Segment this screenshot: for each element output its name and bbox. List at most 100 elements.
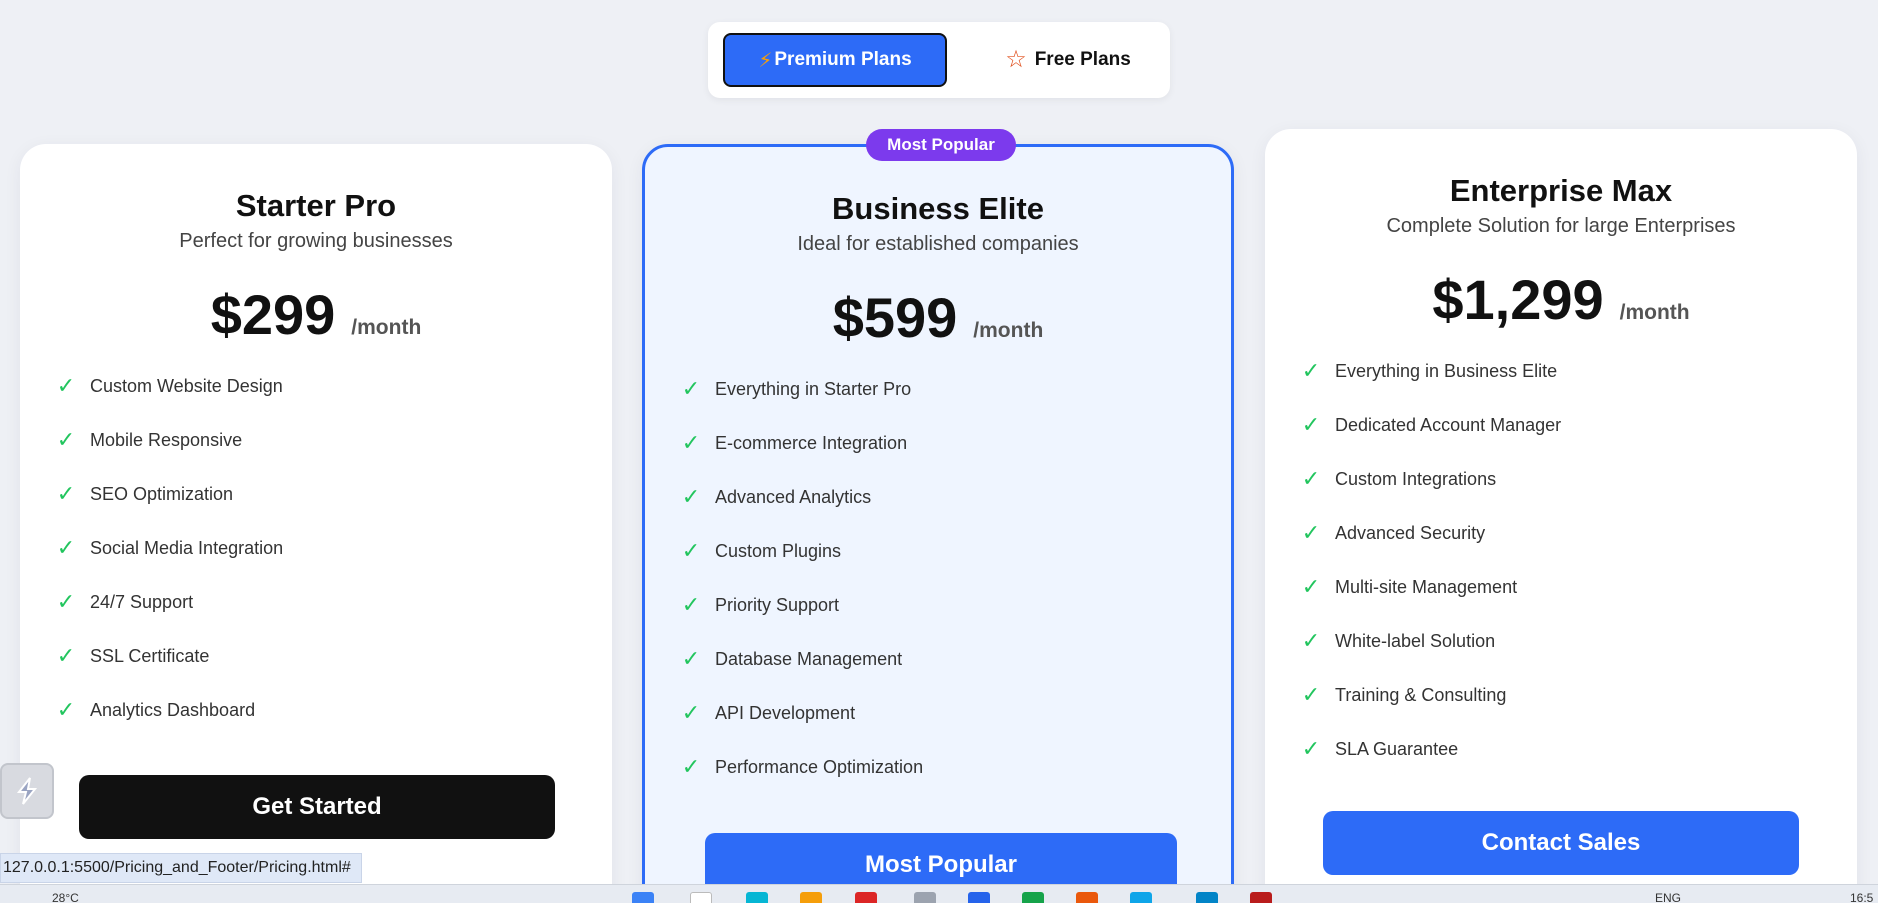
feature-label: White-label Solution [1335, 630, 1496, 651]
feature-item: ✓ Analytics Dashboard [56, 683, 283, 737]
taskbar-app-icon[interactable] [1076, 892, 1098, 903]
feature-label: Custom Integrations [1335, 468, 1497, 489]
check-icon: ✓ [1301, 736, 1321, 761]
taskbar-app-icon[interactable] [1022, 892, 1044, 903]
check-icon: ✓ [56, 589, 76, 614]
feature-label: Everything in Starter Pro [715, 378, 912, 399]
plan-description: Ideal for established companies [797, 233, 1079, 255]
check-icon: ✓ [56, 427, 76, 452]
premium-plans-label: Premium Plans [774, 49, 912, 70]
taskbar-app-icon[interactable] [1130, 892, 1152, 903]
feature-item: ✓ 24/7 Support [56, 575, 283, 629]
feature-label: SLA Guarantee [1335, 738, 1459, 759]
feature-item: ✓ SLA Guarantee [1301, 722, 1561, 776]
clock[interactable]: 16:5 [1850, 891, 1873, 903]
feature-item: ✓ Performance Optimization [681, 740, 923, 794]
check-icon: ✓ [56, 697, 76, 722]
lightning-logo-icon [16, 777, 38, 805]
plan-price: $599 [832, 286, 958, 349]
contact-sales-button[interactable]: Contact Sales [1323, 811, 1799, 875]
check-icon: ✓ [681, 484, 701, 509]
feature-label: SEO Optimization [90, 483, 234, 504]
taskbar-app-icon[interactable] [914, 892, 936, 903]
feature-item: ✓ Advanced Analytics [681, 470, 923, 524]
taskbar-app-icon[interactable] [968, 892, 990, 903]
feature-label: API Development [715, 702, 856, 723]
feature-item: ✓ E-commerce Integration [681, 416, 923, 470]
feature-item: ✓ Training & Consulting [1301, 668, 1561, 722]
taskbar-app-icon[interactable] [855, 892, 877, 903]
free-plans-label: Free Plans [1034, 49, 1131, 70]
feature-list: ✓ Everything in Business Elite ✓ Dedicated… [1301, 344, 1561, 776]
plan-name: Business Elite [832, 191, 1044, 226]
plan-name: Enterprise Max [1449, 173, 1673, 208]
feature-item: ✓ Custom Integrations [1301, 452, 1561, 506]
check-icon: ✓ [1301, 574, 1321, 599]
feature-item: ✓ Advanced Security [1301, 506, 1561, 560]
check-icon: ✓ [1301, 358, 1321, 383]
check-icon: ✓ [681, 754, 701, 779]
premium-plans-tab[interactable]: ⚡ Premium Plans [723, 33, 947, 87]
taskbar-app-icon[interactable] [690, 892, 712, 903]
plan-name: Starter Pro [235, 188, 397, 223]
price-period: /month [973, 319, 1044, 342]
free-plans-tab[interactable]: ☆ Free Plans [988, 33, 1148, 87]
taskbar: 28°C ENG 16:5 [0, 884, 1878, 903]
taskbar-app-icon[interactable] [1196, 892, 1218, 903]
feature-item: ✓ Mobile Responsive [56, 413, 283, 467]
feature-label: 24/7 Support [90, 591, 194, 612]
check-icon: ✓ [56, 481, 76, 506]
feature-item: ✓ SEO Optimization [56, 467, 283, 521]
feature-label: Analytics Dashboard [90, 699, 256, 720]
feature-list: ✓ Everything in Starter Pro ✓ E-commerce I… [681, 362, 923, 794]
plan-description: Perfect for growing businesses [179, 230, 453, 252]
price-period: /month [351, 316, 422, 339]
check-icon: ✓ [681, 376, 701, 401]
feature-list: ✓ Custom Website Design ✓ Mobile Responsiv… [56, 359, 283, 737]
taskbar-app-icon[interactable] [1250, 892, 1272, 903]
feature-label: Database Management [715, 648, 903, 669]
feature-item: ✓ Everything in Business Elite [1301, 344, 1561, 398]
most-popular-badge: Most Popular [866, 129, 1016, 161]
language-indicator[interactable]: ENG [1655, 891, 1681, 903]
feature-item: ✓ Dedicated Account Manager [1301, 398, 1561, 452]
plan-card-enterprise-max: Enterprise Max Complete Solution for lar… [1265, 129, 1857, 903]
check-icon: ✓ [1301, 628, 1321, 653]
check-icon: ✓ [681, 646, 701, 671]
check-icon: ✓ [681, 430, 701, 455]
feature-item: ✓ Multi-site Management [1301, 560, 1561, 614]
price-row: $599 /month [645, 285, 1231, 350]
feature-item: ✓ API Development [681, 686, 923, 740]
check-icon: ✓ [56, 643, 76, 668]
taskbar-app-icon[interactable] [746, 892, 768, 903]
live-server-widget[interactable] [0, 763, 54, 819]
plan-type-toggle: ⚡ Premium Plans ☆ Free Plans [708, 22, 1170, 98]
feature-item: ✓ SSL Certificate [56, 629, 283, 683]
check-icon: ✓ [681, 700, 701, 725]
feature-label: Performance Optimization [715, 756, 924, 777]
check-icon: ✓ [1301, 412, 1321, 437]
get-started-button[interactable]: Get Started [79, 775, 555, 839]
feature-item: ✓ Database Management [681, 632, 923, 686]
feature-item: ✓ Priority Support [681, 578, 923, 632]
plan-card-business-elite: Most Popular Business Elite Ideal for es… [642, 129, 1234, 903]
feature-item: ✓ Everything in Starter Pro [681, 362, 923, 416]
star-icon: ☆ [1005, 46, 1027, 73]
plan-card-starter-pro: Starter Pro Perfect for growing business… [20, 144, 612, 903]
check-icon: ✓ [1301, 520, 1321, 545]
folder-icon[interactable] [800, 892, 822, 903]
feature-label: Multi-site Management [1335, 576, 1518, 597]
feature-label: Custom Plugins [715, 540, 842, 561]
plan-price: $1,299 [1432, 268, 1604, 331]
price-row: $299 /month [20, 282, 612, 347]
plan-description: Complete Solution for large Enterprises [1386, 215, 1736, 237]
feature-label: Everything in Business Elite [1335, 360, 1558, 381]
check-icon: ✓ [681, 592, 701, 617]
start-icon[interactable] [632, 892, 654, 903]
check-icon: ✓ [681, 538, 701, 563]
plan-price: $299 [210, 283, 336, 346]
lightning-icon: ⚡ [758, 49, 773, 72]
feature-label: Social Media Integration [90, 537, 284, 558]
feature-item: ✓ Custom Website Design [56, 359, 283, 413]
feature-label: Training & Consulting [1335, 684, 1507, 705]
